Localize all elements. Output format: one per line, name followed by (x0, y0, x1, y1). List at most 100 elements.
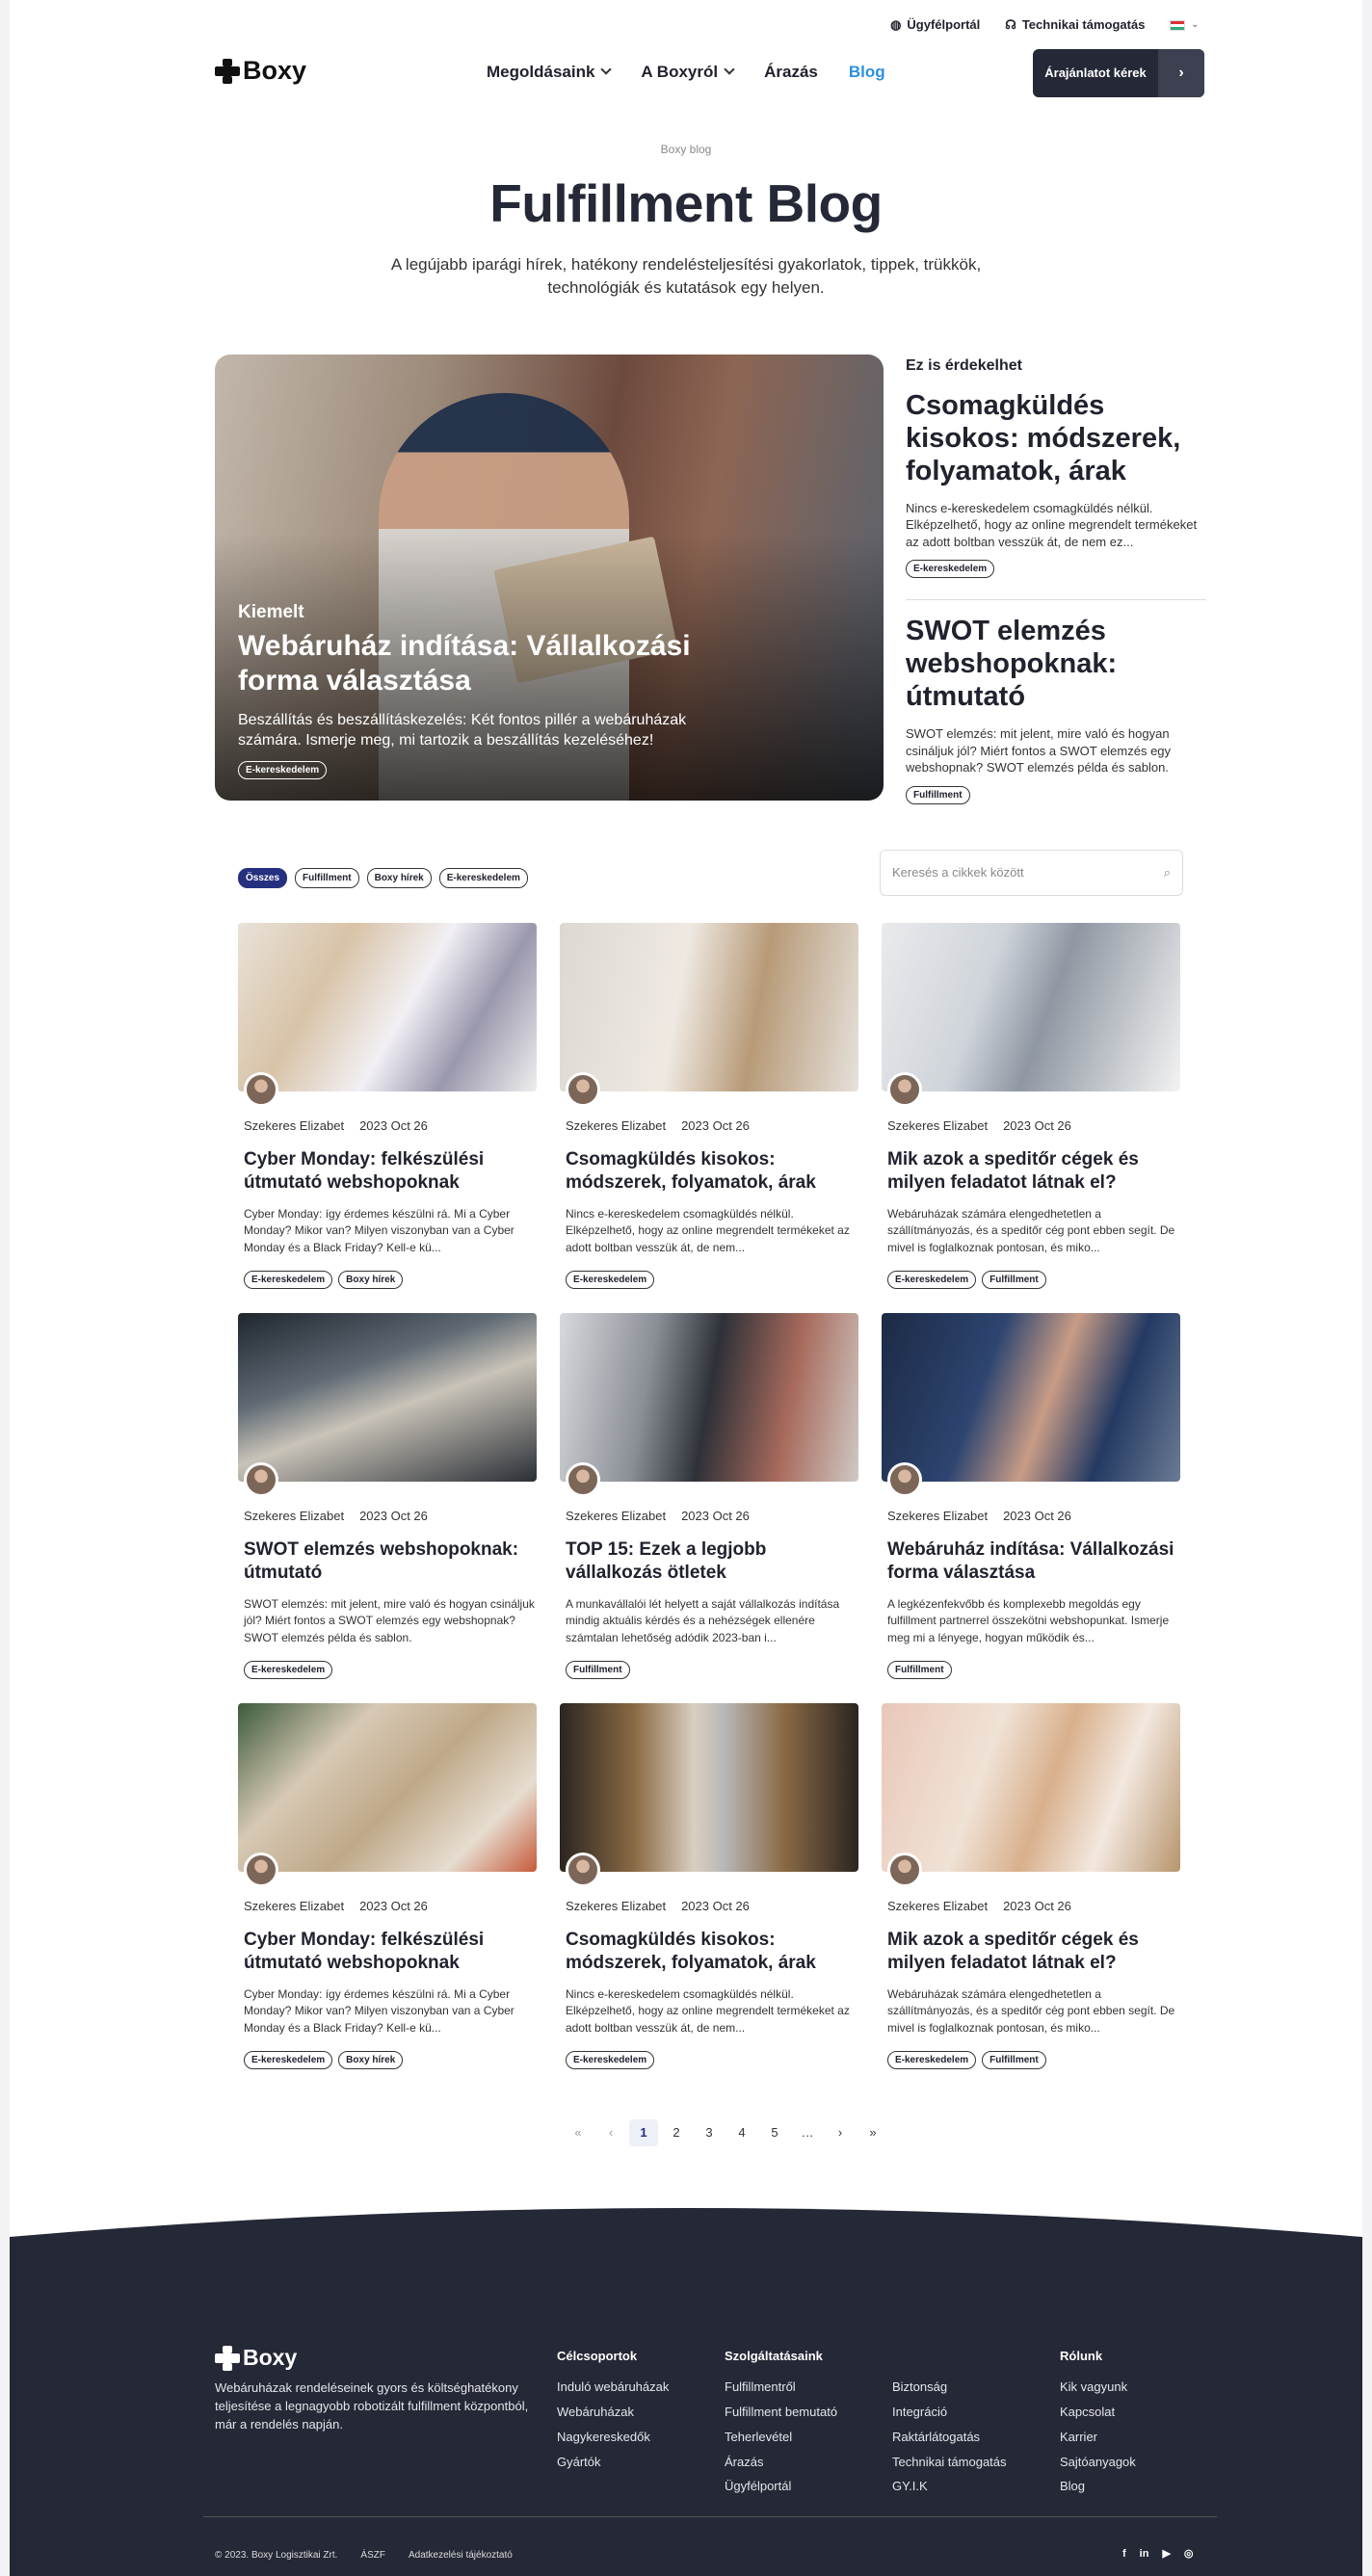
post-date: 2023 Oct 26 (359, 1118, 428, 1133)
post-grid: Szekeres Elizabet 2023 Oct 26 Cyber Monda… (238, 923, 1183, 2082)
language-selector[interactable]: ⌄ (1170, 19, 1199, 31)
post-card[interactable]: Szekeres Elizabet 2023 Oct 26 Webáruház i… (882, 1313, 1180, 1692)
search-input[interactable]: Keresés a cikkek között ⌕ (880, 850, 1183, 896)
post-card[interactable]: Szekeres Elizabet 2023 Oct 26 TOP 15: Eze… (560, 1313, 858, 1692)
footer-link[interactable]: Sajtóanyagok (1060, 2455, 1136, 2471)
menu-item-blog[interactable]: Blog (849, 62, 885, 83)
portal-link[interactable]: ◍ Ügyfélportál (890, 17, 980, 34)
footer-link[interactable]: Nagykereskedők (557, 2430, 669, 2446)
post-tag[interactable]: Fulfillment (982, 1270, 1046, 1289)
instagram-icon[interactable]: ◎ (1184, 2547, 1194, 2561)
menu-item-solutions[interactable]: Megoldásaink (487, 62, 613, 83)
first-page-icon[interactable]: « (564, 2119, 593, 2146)
post-tag[interactable]: E-kereskedelem (887, 1270, 977, 1289)
filter-ecommerce[interactable]: E-kereskedelem (438, 868, 528, 888)
post-card[interactable]: Szekeres Elizabet 2023 Oct 26 Csomagküldé… (560, 1703, 858, 2082)
filter-boxy-news[interactable]: Boxy hírek (366, 868, 432, 888)
post-card[interactable]: Szekeres Elizabet 2023 Oct 26 Cyber Monda… (238, 923, 537, 1301)
footer-link[interactable]: Karrier (1060, 2430, 1136, 2446)
featured-tag[interactable]: E-kereskedelem (238, 761, 328, 779)
featured-post[interactable]: Kiemelt Webáruház indítása: Vállalkozási… (215, 355, 884, 801)
footer-logo-text: Boxy (243, 2345, 298, 2370)
post-title: Cyber Monday: felkészülési útmutató webs… (244, 1148, 485, 1194)
post-card[interactable]: Szekeres Elizabet 2023 Oct 26 SWOT elemzé… (238, 1313, 537, 1692)
post-tag[interactable]: E-kereskedelem (244, 1270, 333, 1289)
post-tag[interactable]: Fulfillment (982, 2050, 1046, 2069)
post-author: Szekeres Elizabet (244, 1118, 345, 1133)
navbar: Boxy Megoldásaink A Boxyról Árazás Blog … (10, 35, 1362, 102)
page-3[interactable]: 3 (695, 2119, 724, 2146)
youtube-icon[interactable]: ▶ (1162, 2547, 1170, 2561)
page-intro: A legújabb iparági hírek, hatékony rende… (390, 255, 982, 297)
post-image (238, 923, 537, 1107)
post-title: TOP 15: Ezek a legjobb vállalkozás ötlet… (566, 1538, 767, 1584)
avatar (566, 1072, 600, 1107)
linkedin-icon[interactable]: in (1140, 2547, 1149, 2561)
post-tag[interactable]: E-kereskedelem (887, 2050, 977, 2069)
post-tag[interactable]: E-kereskedelem (244, 2050, 333, 2069)
support-label: Technikai támogatás (1021, 16, 1146, 32)
footer-link[interactable]: Gyártók (557, 2455, 669, 2471)
prev-page-icon[interactable]: ‹ (596, 2119, 625, 2146)
post-card[interactable]: Szekeres Elizabet 2023 Oct 26 Cyber Monda… (238, 1703, 537, 2082)
footer-logo[interactable]: Boxy (215, 2344, 297, 2373)
footer-link[interactable]: Biztonság (892, 2379, 1007, 2396)
post-tag[interactable]: E-kereskedelem (566, 2050, 655, 2069)
filter-fulfillment[interactable]: Fulfillment (295, 868, 359, 888)
footer-link[interactable]: GY.I.K (892, 2479, 1007, 2495)
post-title: Mik azok a speditőr cégek és milyen fela… (887, 1148, 1139, 1194)
footer-link[interactable]: Árazás (725, 2455, 837, 2471)
social-links: f in ▶ ◎ (1122, 2547, 1194, 2561)
post-tag[interactable]: Boxy hírek (338, 1270, 404, 1289)
footer-link[interactable]: Induló webáruházak (557, 2379, 669, 2396)
footer-link[interactable]: Fulfillment bemutató (725, 2405, 837, 2421)
search-placeholder: Keresés a cikkek között (892, 864, 1024, 880)
footer-link[interactable]: Technikai támogatás (892, 2455, 1007, 2471)
post-tag[interactable]: E-kereskedelem (566, 1270, 655, 1289)
footer-link[interactable]: Ügyfélportál (725, 2479, 837, 2495)
footer-link[interactable]: Webáruházak (557, 2405, 669, 2421)
post-card[interactable]: Szekeres Elizabet 2023 Oct 26 Csomagküldé… (560, 923, 858, 1301)
footer-link[interactable]: Integráció (892, 2405, 1007, 2421)
post-tag[interactable]: Fulfillment (566, 1660, 630, 1679)
filter-all[interactable]: Összes (238, 868, 288, 888)
logo[interactable]: Boxy (215, 54, 306, 88)
portal-label: Ügyfélportál (907, 16, 981, 32)
next-page-icon[interactable]: › (826, 2119, 855, 2146)
avatar (566, 1853, 600, 1887)
post-tag[interactable]: Boxy hírek (338, 2050, 404, 2069)
post-card[interactable]: Szekeres Elizabet 2023 Oct 26 Mik azok a … (882, 923, 1180, 1301)
related-post[interactable]: SWOT elemzés webshopoknak: útmutató SWOT… (906, 616, 1206, 821)
post-card[interactable]: Szekeres Elizabet 2023 Oct 26 Mik azok a … (882, 1703, 1180, 2082)
post-image (560, 1313, 858, 1497)
chevron-down-icon (600, 64, 613, 75)
page-4[interactable]: 4 (727, 2119, 756, 2146)
footer-link[interactable]: Kik vagyunk (1060, 2379, 1136, 2396)
footer-link[interactable]: Fulfillmentről (725, 2379, 837, 2396)
footer-link[interactable]: Kapcsolat (1060, 2405, 1136, 2421)
post-tag[interactable]: Fulfillment (887, 1660, 952, 1679)
search-icon: ⌕ (1163, 864, 1171, 880)
related-tag[interactable]: E-kereskedelem (906, 560, 995, 579)
related-tag[interactable]: Fulfillment (906, 785, 970, 804)
page-5[interactable]: 5 (760, 2119, 789, 2146)
chevron-down-icon (724, 64, 735, 75)
footer-link[interactable]: Blog (1060, 2479, 1136, 2495)
post-tag[interactable]: E-kereskedelem (244, 1660, 333, 1679)
support-link[interactable]: ☊ Technikai támogatás (1005, 17, 1145, 34)
menu-item-pricing[interactable]: Árazás (764, 62, 818, 83)
page-2[interactable]: 2 (662, 2119, 691, 2146)
last-page-icon[interactable]: » (858, 2119, 887, 2146)
post-excerpt: A legkézenfekvőbb és komplexebb megoldás… (887, 1596, 1170, 1644)
quote-button[interactable]: Árajánlatot kérek › (1033, 49, 1204, 97)
footer-description: Webáruházak rendeléseinek gyors és költs… (215, 2380, 529, 2431)
privacy-link[interactable]: Adatkezelési tájékoztató (409, 2549, 513, 2562)
related-post[interactable]: Csomagküldés kisokos: módszerek, folyama… (906, 390, 1206, 595)
footer-link[interactable]: Raktárlátogatás (892, 2430, 1007, 2446)
terms-link[interactable]: ÁSZF (360, 2549, 385, 2562)
menu-item-about[interactable]: A Boxyról (641, 62, 735, 83)
menu-label: Megoldásaink (487, 63, 595, 81)
footer-link[interactable]: Teherlevétel (725, 2430, 837, 2446)
facebook-icon[interactable]: f (1122, 2547, 1126, 2561)
page-1[interactable]: 1 (629, 2119, 658, 2146)
